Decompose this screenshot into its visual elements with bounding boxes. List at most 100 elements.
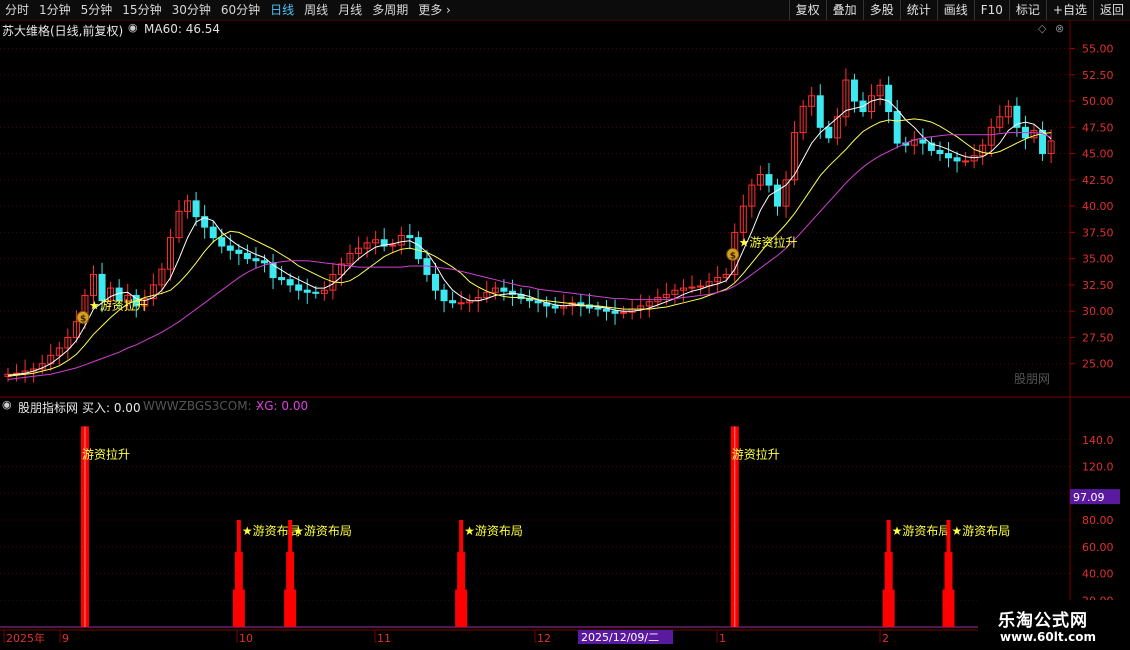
toolbar-buttons: 复权 叠加 多股 统计 画线 F10 标记 +自选 返回 xyxy=(788,0,1130,20)
period-tab-10[interactable]: 更多 › xyxy=(413,0,456,20)
layout-bar-base-0 xyxy=(232,589,245,627)
price-tick-label-4: 45.00 xyxy=(1082,148,1114,161)
date-label-6: 2 xyxy=(882,632,889,645)
date-label-4: 12 xyxy=(537,632,551,645)
candle-body-58 xyxy=(500,287,508,292)
candle-body-95 xyxy=(816,95,824,128)
close-icon[interactable]: ⊗ xyxy=(1055,22,1064,35)
candle-body-112 xyxy=(962,160,970,163)
ind-tick-label-0: 140.0 xyxy=(1082,434,1114,447)
toolbar-button-2[interactable]: 多股 xyxy=(862,0,900,20)
candle-body-53 xyxy=(457,302,465,305)
settings-circle-icon[interactable]: ◉ xyxy=(128,21,138,34)
period-toolbar: 分时 1分钟 5分钟 15分钟 30分钟 60分钟 日线 周线 月线 多周期 更多 › 复权 叠加 多股… xyxy=(0,0,1130,21)
candle-body-90 xyxy=(774,184,781,207)
price-tick-label-12: 25.00 xyxy=(1082,358,1114,371)
candle-body-11 xyxy=(98,273,106,302)
ind-tick-label-4: 60.00 xyxy=(1082,541,1114,554)
candle-body-34 xyxy=(295,284,303,291)
main-signal-label-0: ★游资拉升 xyxy=(89,297,148,312)
price-tick-label-0: 55.00 xyxy=(1082,43,1114,56)
price-tick-label-2: 50.00 xyxy=(1082,95,1114,108)
toolbar-button-3[interactable]: 统计 xyxy=(899,0,937,20)
buy-value: 买入: 0.00 xyxy=(82,401,141,415)
candle-body-36 xyxy=(312,291,320,294)
stock-title[interactable]: 苏大维格(日线,前复权) xyxy=(2,22,123,39)
candle-body-51 xyxy=(440,289,448,302)
price-tick-label-6: 40.00 xyxy=(1082,200,1114,213)
candle-body-26 xyxy=(226,245,234,251)
kline-chart[interactable]: 55.00 52.50 50.00 47.50 45.00 42.50 40.00 37.50… xyxy=(0,20,1130,650)
candle-body-99 xyxy=(850,79,858,102)
indicator-settings-icon[interactable]: ◉ xyxy=(2,398,12,411)
indicator-name[interactable]: 股朋指标网 xyxy=(18,399,78,416)
candle-body-35 xyxy=(303,289,311,293)
layout-label-4: ★游资布局 xyxy=(952,524,1011,538)
period-tabs: 分时 1分钟 5分钟 15分钟 30分钟 60分钟 日线 周线 月线 多周期 更多 › xyxy=(0,0,456,20)
candle-body-50 xyxy=(432,273,439,291)
period-tab-8[interactable]: 月线 xyxy=(333,0,367,20)
layout-label-2: ★游资布局 xyxy=(464,524,523,538)
candle-body-103 xyxy=(885,84,893,113)
candle-body-29 xyxy=(252,258,260,262)
logo-url: www.60lt.com xyxy=(1000,630,1097,644)
period-tab-0[interactable]: 分时 xyxy=(0,0,34,20)
ma60-label: MA60: 46.54 xyxy=(144,22,221,36)
xg-value: XG: 0.00 xyxy=(256,399,309,413)
candle-body-70 xyxy=(603,308,610,312)
current-value-text: 97.09 xyxy=(1073,491,1105,504)
toolbar-button-8[interactable]: 返回 xyxy=(1092,0,1130,20)
ind-tick-label-5: 40.00 xyxy=(1082,568,1114,581)
logo-title: 乐淘公式网 xyxy=(998,611,1088,631)
price-tick-label-10: 30.00 xyxy=(1082,305,1114,318)
date-label-5: 1 xyxy=(719,632,726,645)
toolbar-button-4[interactable]: 画线 xyxy=(936,0,974,20)
period-tab-6[interactable]: 日线 xyxy=(265,0,299,20)
candle-body-110 xyxy=(945,153,952,159)
lift-label-1: 游资拉升 xyxy=(732,446,780,461)
candle-body-69 xyxy=(594,307,602,310)
date-label-3: 11 xyxy=(377,632,391,645)
candle-body-96 xyxy=(825,126,833,139)
layout-bar-base-3 xyxy=(882,589,895,627)
toolbar-button-0[interactable]: 复权 xyxy=(788,0,826,20)
candle-body-111 xyxy=(953,157,961,162)
layout-bar-base-1 xyxy=(284,589,297,627)
line-ma60 xyxy=(7,132,1052,380)
toolbar-button-6[interactable]: 标记 xyxy=(1008,0,1046,20)
price-tick-label-11: 27.50 xyxy=(1082,331,1114,344)
price-tick-label-1: 52.50 xyxy=(1082,69,1114,82)
lift-label-0: 游资拉升 xyxy=(82,446,130,461)
candle-body-71 xyxy=(611,310,619,314)
period-tab-3[interactable]: 15分钟 xyxy=(117,0,166,20)
candle-body-47 xyxy=(406,235,414,239)
candle-body-107 xyxy=(919,139,927,144)
toolbar-button-7[interactable]: +自选 xyxy=(1045,0,1093,20)
candle-body-22 xyxy=(192,200,200,218)
date-label-0: 2025年 xyxy=(6,631,45,645)
candle-body-27 xyxy=(235,249,243,254)
layout-label-1: ★游资布局 xyxy=(293,524,352,538)
period-tab-7[interactable]: 周线 xyxy=(299,0,333,20)
candle-body-28 xyxy=(243,252,251,260)
candle-body-64 xyxy=(551,305,559,309)
period-tab-1[interactable]: 1分钟 xyxy=(34,0,76,20)
toolbar-button-1[interactable]: 叠加 xyxy=(825,0,863,20)
ind-tick-label-1: 120.0 xyxy=(1082,461,1114,474)
date-label-1: 9 xyxy=(62,632,69,645)
period-tab-5[interactable]: 60分钟 xyxy=(216,0,265,20)
candle-body-32 xyxy=(278,277,286,281)
money-bag-glyph-1: $ xyxy=(730,251,736,261)
price-tick-label-8: 35.00 xyxy=(1082,253,1114,266)
candle-body-25 xyxy=(218,237,226,247)
diamond-icon[interactable]: ◇ xyxy=(1038,22,1046,35)
candle-body-62 xyxy=(534,300,542,304)
period-tab-2[interactable]: 5分钟 xyxy=(76,0,118,20)
period-tab-9[interactable]: 多周期 xyxy=(367,0,413,20)
toolbar-button-5[interactable]: F10 xyxy=(973,0,1009,20)
main-signal-label-1: ★游资拉升 xyxy=(739,234,798,249)
price-tick-label-5: 42.50 xyxy=(1082,174,1114,187)
candle-body-33 xyxy=(286,279,294,286)
price-tick-label-3: 47.50 xyxy=(1082,121,1114,134)
period-tab-4[interactable]: 30分钟 xyxy=(167,0,216,20)
